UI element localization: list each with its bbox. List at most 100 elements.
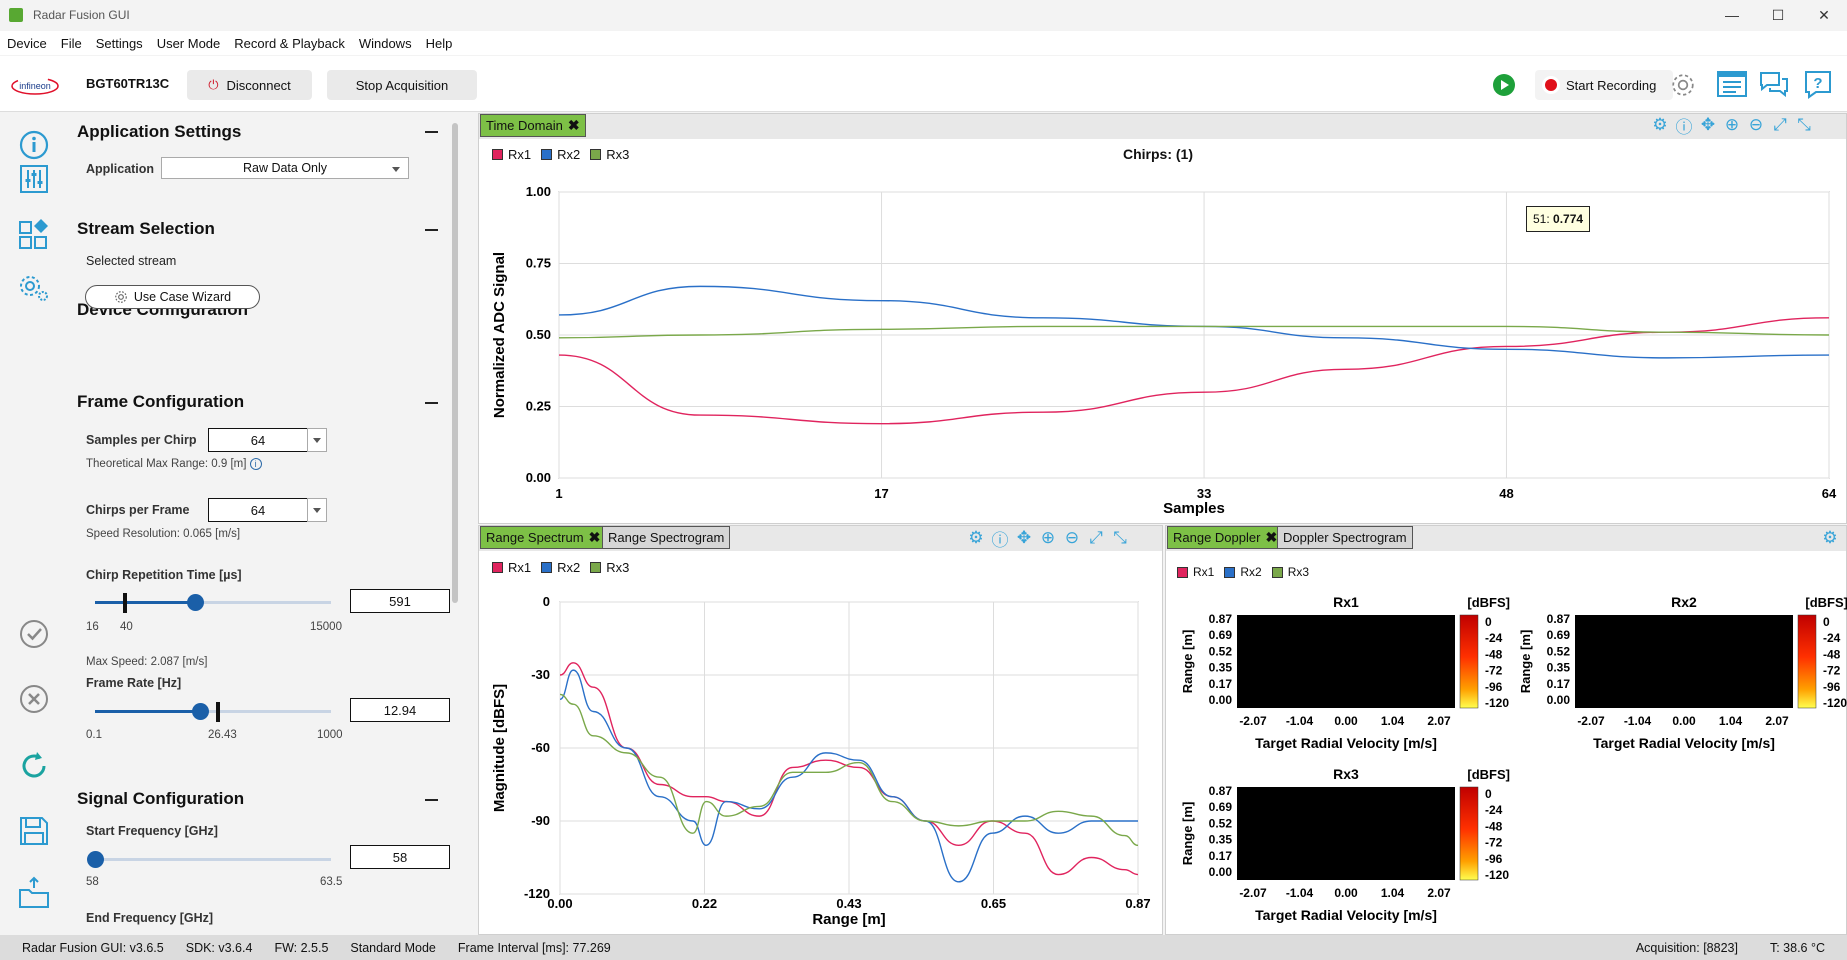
help-icon[interactable]: ? (1802, 68, 1834, 100)
play-icon[interactable] (1493, 74, 1515, 96)
panel-scrollbar[interactable] (452, 123, 458, 603)
close-tab-icon[interactable]: ✖ (1265, 529, 1277, 546)
menu-device[interactable]: Device (7, 36, 47, 51)
collapse-stream-selection[interactable] (425, 229, 438, 231)
collapse-application-settings[interactable] (425, 131, 438, 133)
start-recording-button[interactable]: Start Recording (1535, 70, 1673, 100)
range-spectrum-chart[interactable]: 0 -30 -60 -90 -1200.00 0.22 0.43 0.65 0.87 Range … (478, 580, 1163, 935)
colorbar-tick-label: -72 (1485, 836, 1503, 850)
menu-file[interactable]: File (61, 36, 82, 51)
y-axis-title: Range [m] (1180, 802, 1195, 866)
legend-rx2[interactable]: Rx2 (1240, 565, 1261, 579)
zoom-out-icon[interactable]: ⊖ (1744, 114, 1768, 136)
tab-doppler-spectrogram[interactable]: Doppler Spectrogram (1277, 526, 1413, 549)
widgets-icon[interactable] (16, 216, 52, 252)
start-frequency-slider[interactable] (87, 851, 331, 868)
cancel-icon[interactable] (16, 681, 52, 717)
legend-rx1[interactable]: Rx1 (1193, 565, 1214, 579)
expand-icon[interactable]: ⤢ (1084, 527, 1108, 549)
y-tick-label: 0.00 (1547, 693, 1571, 707)
info-icon[interactable] (16, 127, 52, 163)
y-tick-label: 0.50 (526, 327, 551, 342)
feedback-icon[interactable] (1758, 68, 1790, 100)
x-axis-title: Target Radial Velocity [m/s] (1255, 735, 1437, 751)
stop-acquisition-button[interactable]: Stop Acquisition (327, 70, 477, 100)
legend-rx1[interactable]: Rx1 (508, 147, 531, 162)
close-tab-icon[interactable]: ✖ (568, 117, 580, 134)
legend-rx1[interactable]: Rx1 (508, 560, 531, 575)
chirps-per-frame-label: Chirps per Frame (86, 503, 190, 517)
menu-settings[interactable]: Settings (96, 36, 143, 51)
info-icon[interactable]: ⓘ (1672, 114, 1696, 137)
dashboard-icon[interactable] (1716, 68, 1748, 100)
time-domain-tools: ⚙ ⓘ ✥ ⊕ ⊖ ⤢ ⤡ (1648, 114, 1816, 137)
x-tick-label: 0.87 (1125, 896, 1150, 911)
range-doppler-legend: Rx1 Rx2 Rx3 (1167, 565, 1309, 579)
legend-rx3[interactable]: Rx3 (606, 560, 629, 575)
use-case-wizard-button[interactable]: Use Case Wizard (85, 285, 260, 309)
chirps-per-frame-input[interactable]: 64 (208, 498, 327, 522)
close-button[interactable]: ✕ (1801, 0, 1847, 30)
settings-icon[interactable]: ⚙ (964, 527, 988, 549)
settings-icon[interactable]: ⚙ (1818, 527, 1842, 549)
chirp-repetition-time-handle[interactable] (187, 594, 204, 611)
frame-rate-slider[interactable] (95, 702, 331, 722)
disconnect-button[interactable]: ⏻ Disconnect (187, 70, 312, 100)
tab-time-domain[interactable]: Time Domain ✖ (480, 114, 586, 137)
minimize-button[interactable]: — (1709, 0, 1755, 30)
pan-icon[interactable]: ✥ (1696, 114, 1720, 136)
zoom-in-icon[interactable]: ⊕ (1036, 527, 1060, 549)
samples-per-chirp-dropdown[interactable] (307, 428, 327, 452)
info-icon[interactable]: i (249, 458, 262, 470)
collapse-icon[interactable]: ⤡ (1108, 527, 1132, 549)
menu-windows[interactable]: Windows (359, 36, 412, 51)
colorbar-tick-label: -96 (1485, 852, 1503, 866)
maximize-button[interactable]: ☐ (1755, 0, 1801, 30)
tab-range-spectrogram[interactable]: Range Spectrogram (602, 526, 731, 549)
menu-user-mode[interactable]: User Mode (157, 36, 221, 51)
collapse-frame-configuration[interactable] (425, 402, 438, 404)
zoom-out-icon[interactable]: ⊖ (1060, 527, 1084, 549)
chirp-repetition-time-input[interactable]: 591 (350, 589, 450, 613)
time-domain-chart[interactable]: 1.00 0.75 0.50 0.25 0.00 1 17 33 48 64 Samples Norm… (478, 170, 1847, 520)
chirp-repetition-time-slider[interactable] (95, 593, 331, 613)
start-frequency-handle[interactable] (87, 851, 104, 868)
legend-rx2[interactable]: Rx2 (557, 147, 580, 162)
sf-max-label: 63.5 (320, 876, 343, 888)
info-icon[interactable]: ⓘ (988, 527, 1012, 550)
collapse-signal-configuration[interactable] (425, 799, 438, 801)
frame-rate-max-marker[interactable] (216, 702, 220, 722)
legend-rx3[interactable]: Rx3 (1288, 565, 1309, 579)
advanced-settings-icon[interactable] (16, 271, 52, 307)
tab-range-doppler[interactable]: Range Doppler ✖ (1167, 526, 1284, 549)
pan-icon[interactable]: ✥ (1012, 527, 1036, 549)
start-frequency-input[interactable]: 58 (350, 845, 450, 869)
load-icon[interactable] (16, 876, 52, 912)
equalizer-icon[interactable] (16, 161, 52, 197)
menu-help[interactable]: Help (426, 36, 453, 51)
zoom-in-icon[interactable]: ⊕ (1720, 114, 1744, 136)
chirp-repetition-time-min-marker[interactable] (123, 593, 127, 613)
apply-check-icon[interactable] (16, 616, 52, 652)
save-icon[interactable] (16, 813, 52, 849)
legend-rx3[interactable]: Rx3 (606, 147, 629, 162)
application-select[interactable]: Raw Data Only (161, 157, 409, 179)
chirps-per-frame-dropdown[interactable] (307, 498, 327, 522)
reset-icon[interactable] (16, 748, 52, 784)
range-doppler-maps[interactable]: Rx1 0.87 0.69 0.52 0.35 0.17 0.00 -2.07 -1.04 0.0… (1165, 585, 1847, 935)
samples-per-chirp-label: Samples per Chirp (86, 433, 197, 447)
frame-rate-input[interactable]: 12.94 (350, 698, 450, 722)
menu-record-playback[interactable]: Record & Playback (234, 36, 345, 51)
settings-icon[interactable]: ⚙ (1648, 114, 1672, 136)
x-axis-title: Target Radial Velocity [m/s] (1255, 907, 1437, 923)
expand-icon[interactable]: ⤢ (1768, 114, 1792, 136)
recording-settings-icon[interactable] (1670, 72, 1696, 98)
x-tick-label: -1.04 (1624, 714, 1652, 728)
sf-min-label: 58 (86, 876, 99, 888)
tab-range-spectrum[interactable]: Range Spectrum ✖ (480, 526, 607, 549)
legend-rx2[interactable]: Rx2 (557, 560, 580, 575)
samples-per-chirp-input[interactable]: 64 (208, 428, 327, 452)
close-tab-icon[interactable]: ✖ (589, 529, 601, 546)
frame-rate-handle[interactable] (192, 703, 209, 720)
collapse-icon[interactable]: ⤡ (1792, 114, 1816, 136)
